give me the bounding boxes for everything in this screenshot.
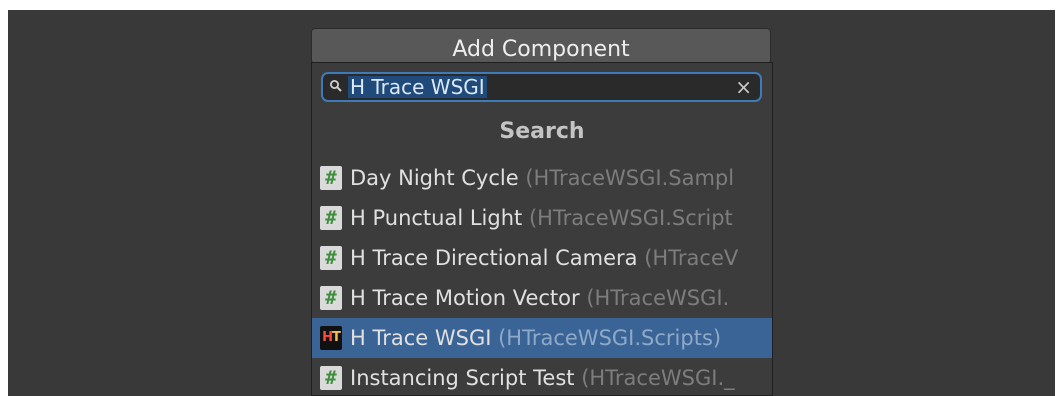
script-icon: # [320, 246, 342, 270]
list-item-label: H Punctual Light (HTraceWSGI.Script [350, 198, 733, 238]
component-name: H Punctual Light [350, 206, 523, 230]
list-item-label: H Trace Motion Vector (HTraceWSGI. [350, 278, 729, 318]
list-item-label: H Trace WSGI (HTraceWSGI.Scripts) [350, 318, 721, 358]
list-item[interactable]: # Day Night Cycle (HTraceWSGI.Sampl [312, 158, 772, 198]
component-namespace: (HTraceWSGI.Script [528, 206, 733, 230]
add-component-button[interactable]: Add Component [311, 28, 771, 64]
component-namespace: (HTraceWSGI. [586, 286, 730, 310]
component-name: H Trace Directional Camera [350, 246, 638, 270]
search-input[interactable]: H Trace WSGI [348, 76, 487, 98]
script-icon: # [320, 166, 342, 190]
component-name: H Trace WSGI [350, 326, 492, 350]
script-icon: # [320, 286, 342, 310]
search-icon [330, 80, 342, 92]
component-namespace: (HTraceV [644, 246, 739, 270]
list-item[interactable]: # H Punctual Light (HTraceWSGI.Script [312, 198, 772, 238]
list-item-label: H Trace Directional Camera (HTraceV [350, 238, 738, 278]
component-list: # Day Night Cycle (HTraceWSGI.Sampl # H … [312, 158, 772, 395]
component-name: H Trace Motion Vector [350, 286, 580, 310]
add-component-popup: H Trace WSGI × Search # Day Night Cycle … [311, 62, 773, 396]
component-namespace: (HTraceWSGI.Sampl [525, 166, 735, 190]
list-item-label: Instancing Script Test (HTraceWSGI._ [350, 358, 735, 395]
section-title: Search [499, 119, 585, 144]
list-item[interactable]: # Instancing Script Test (HTraceWSGI._ [312, 358, 772, 395]
list-item[interactable]: # H Trace Directional Camera (HTraceV [312, 238, 772, 278]
list-item-selected[interactable]: HT H Trace WSGI (HTraceWSGI.Scripts) [312, 318, 772, 358]
htrace-logo-icon: HT [320, 326, 342, 350]
search-field[interactable]: H Trace WSGI × [321, 72, 762, 102]
component-name: Day Night Cycle [350, 166, 519, 190]
component-namespace: (HTraceWSGI._ [581, 366, 735, 390]
list-item[interactable]: # H Trace Motion Vector (HTraceWSGI. [312, 278, 772, 318]
component-name: Instancing Script Test [350, 366, 575, 390]
clear-search-button[interactable]: × [735, 75, 752, 99]
script-icon: # [320, 206, 342, 230]
component-namespace: (HTraceWSGI.Scripts) [498, 326, 722, 350]
list-item-label: Day Night Cycle (HTraceWSGI.Sampl [350, 158, 734, 198]
script-icon: # [320, 366, 342, 390]
